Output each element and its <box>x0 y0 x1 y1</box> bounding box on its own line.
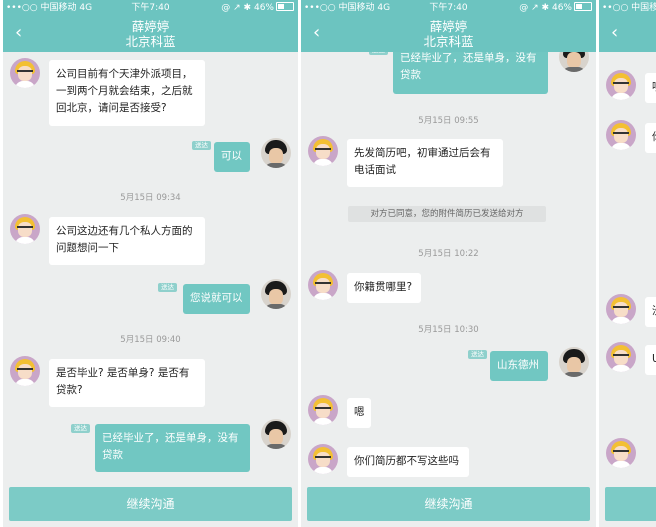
continue-chat-button[interactable]: 继续沟通 <box>9 487 292 521</box>
recruiter-avatar[interactable] <box>606 294 636 324</box>
my-avatar[interactable] <box>261 279 291 309</box>
battery-icon <box>574 2 592 11</box>
battery-percent: 46% <box>253 3 274 13</box>
message-incoming: 是否毕业? 是否单身? 是否有贷款? <box>49 359 205 407</box>
contact-name: 薛婷婷 <box>429 19 468 34</box>
delivered-tag: 送达 <box>369 52 388 55</box>
message-incoming: 公司这边还有几个私人方面的问题想问一下 <box>49 217 205 265</box>
status-icons: @ ↗ ✱ 46% <box>519 0 592 17</box>
carrier-label: ••○○ 中国移 <box>602 3 656 13</box>
timestamp: 5月15日 10:22 <box>418 249 479 259</box>
message-list[interactable]: 送达 已经毕业了，还是单身，没有贷款 5月15日 09:55 先发简历吧，初审通… <box>301 52 596 481</box>
battery-percent: 46% <box>551 3 572 13</box>
recruiter-avatar[interactable] <box>606 120 636 150</box>
status-symbols: @ ↗ ✱ <box>519 3 550 13</box>
back-icon[interactable]: ‹ <box>611 23 618 43</box>
message-incoming: 公司目前有个天津外派项目，一到两个月就会结束，之后就回北京，请问是否接受? <box>49 60 205 126</box>
message-list[interactable]: 公司目前有个天津外派项目，一到两个月就会结束，之后就回北京，请问是否接受? 送达… <box>3 52 298 481</box>
status-bar: •••○○ 中国移动 4G 下午7:40 @ ↗ ✱ 46% <box>3 0 298 17</box>
message-outgoing: 已经毕业了，还是单身，没有贷款 <box>393 52 548 94</box>
message-incoming: 没 <box>645 297 656 327</box>
message-outgoing: 山东德州 <box>490 351 548 381</box>
message-incoming: 你们简历都不写这些吗 <box>347 447 469 477</box>
delivered-tag: 送达 <box>192 141 211 150</box>
nav-bar: ‹ 薛婷婷 北京科蓝 <box>301 17 596 52</box>
message-outgoing: 您说就可以 <box>183 284 250 314</box>
timestamp: 5月15日 10:30 <box>418 325 479 335</box>
message-incoming: 你 <box>645 123 656 153</box>
battery-icon <box>276 2 294 11</box>
footer-bar: 继续沟通 <box>301 481 596 527</box>
contact-name: 薛婷婷 <box>131 19 170 34</box>
recruiter-avatar[interactable] <box>308 395 338 425</box>
chat-screen-3-partial: ••○○ 中国移 ‹ 嘿 你 没 U <box>599 0 656 527</box>
continue-chat-button[interactable] <box>605 487 656 521</box>
delivered-tag: 送达 <box>468 350 487 359</box>
recruiter-avatar[interactable] <box>606 70 636 100</box>
message-outgoing: 可以 <box>214 142 250 172</box>
status-bar: ••○○ 中国移 <box>599 0 656 17</box>
recruiter-avatar[interactable] <box>308 270 338 300</box>
message-outgoing: 已经毕业了，还是单身，没有贷款 <box>95 424 250 472</box>
company-name: 北京科蓝 <box>423 34 474 49</box>
system-notice: 对方已同意，您的附件简历已发送给对方 <box>348 206 546 222</box>
my-avatar[interactable] <box>261 138 291 168</box>
nav-bar: ‹ <box>599 17 656 52</box>
message-incoming: 先发简历吧，初审通过后会有电话面试 <box>347 139 503 187</box>
status-icons: @ ↗ ✱ 46% <box>221 0 294 17</box>
company-name: 北京科蓝 <box>125 34 176 49</box>
continue-chat-button[interactable]: 继续沟通 <box>307 487 590 521</box>
recruiter-avatar[interactable] <box>10 356 40 386</box>
recruiter-avatar[interactable] <box>308 444 338 474</box>
timestamp: 5月15日 09:55 <box>418 116 479 126</box>
message-incoming: U <box>645 345 656 375</box>
recruiter-avatar[interactable] <box>606 342 636 372</box>
recruiter-avatar[interactable] <box>308 136 338 166</box>
status-symbols: @ ↗ ✱ <box>221 3 252 13</box>
status-bar: •••○○ 中国移动 4G 下午7:40 @ ↗ ✱ 46% <box>301 0 596 17</box>
my-avatar[interactable] <box>559 52 589 72</box>
nav-bar: ‹ 薛婷婷 北京科蓝 <box>3 17 298 52</box>
message-incoming: 嘿 <box>645 73 656 103</box>
message-list[interactable]: 嘿 你 没 U <box>599 52 656 481</box>
timestamp: 5月15日 09:40 <box>120 335 181 345</box>
footer-bar: 继续沟通 <box>3 481 298 527</box>
recruiter-avatar[interactable] <box>10 214 40 244</box>
chat-screen-2: •••○○ 中国移动 4G 下午7:40 @ ↗ ✱ 46% ‹ 薛婷婷 北京科… <box>301 0 596 527</box>
timestamp: 5月15日 09:34 <box>120 193 181 203</box>
message-incoming: 嗯 <box>347 398 371 428</box>
my-avatar[interactable] <box>261 419 291 449</box>
chat-screen-1: •••○○ 中国移动 4G 下午7:40 @ ↗ ✱ 46% ‹ 薛婷婷 北京科… <box>3 0 298 527</box>
recruiter-avatar[interactable] <box>10 58 40 88</box>
my-avatar[interactable] <box>559 347 589 377</box>
recruiter-avatar[interactable] <box>606 438 636 468</box>
delivered-tag: 送达 <box>158 283 177 292</box>
message-incoming: 你籍贯哪里? <box>347 273 421 303</box>
footer-bar <box>599 481 656 527</box>
delivered-tag: 送达 <box>71 424 90 433</box>
